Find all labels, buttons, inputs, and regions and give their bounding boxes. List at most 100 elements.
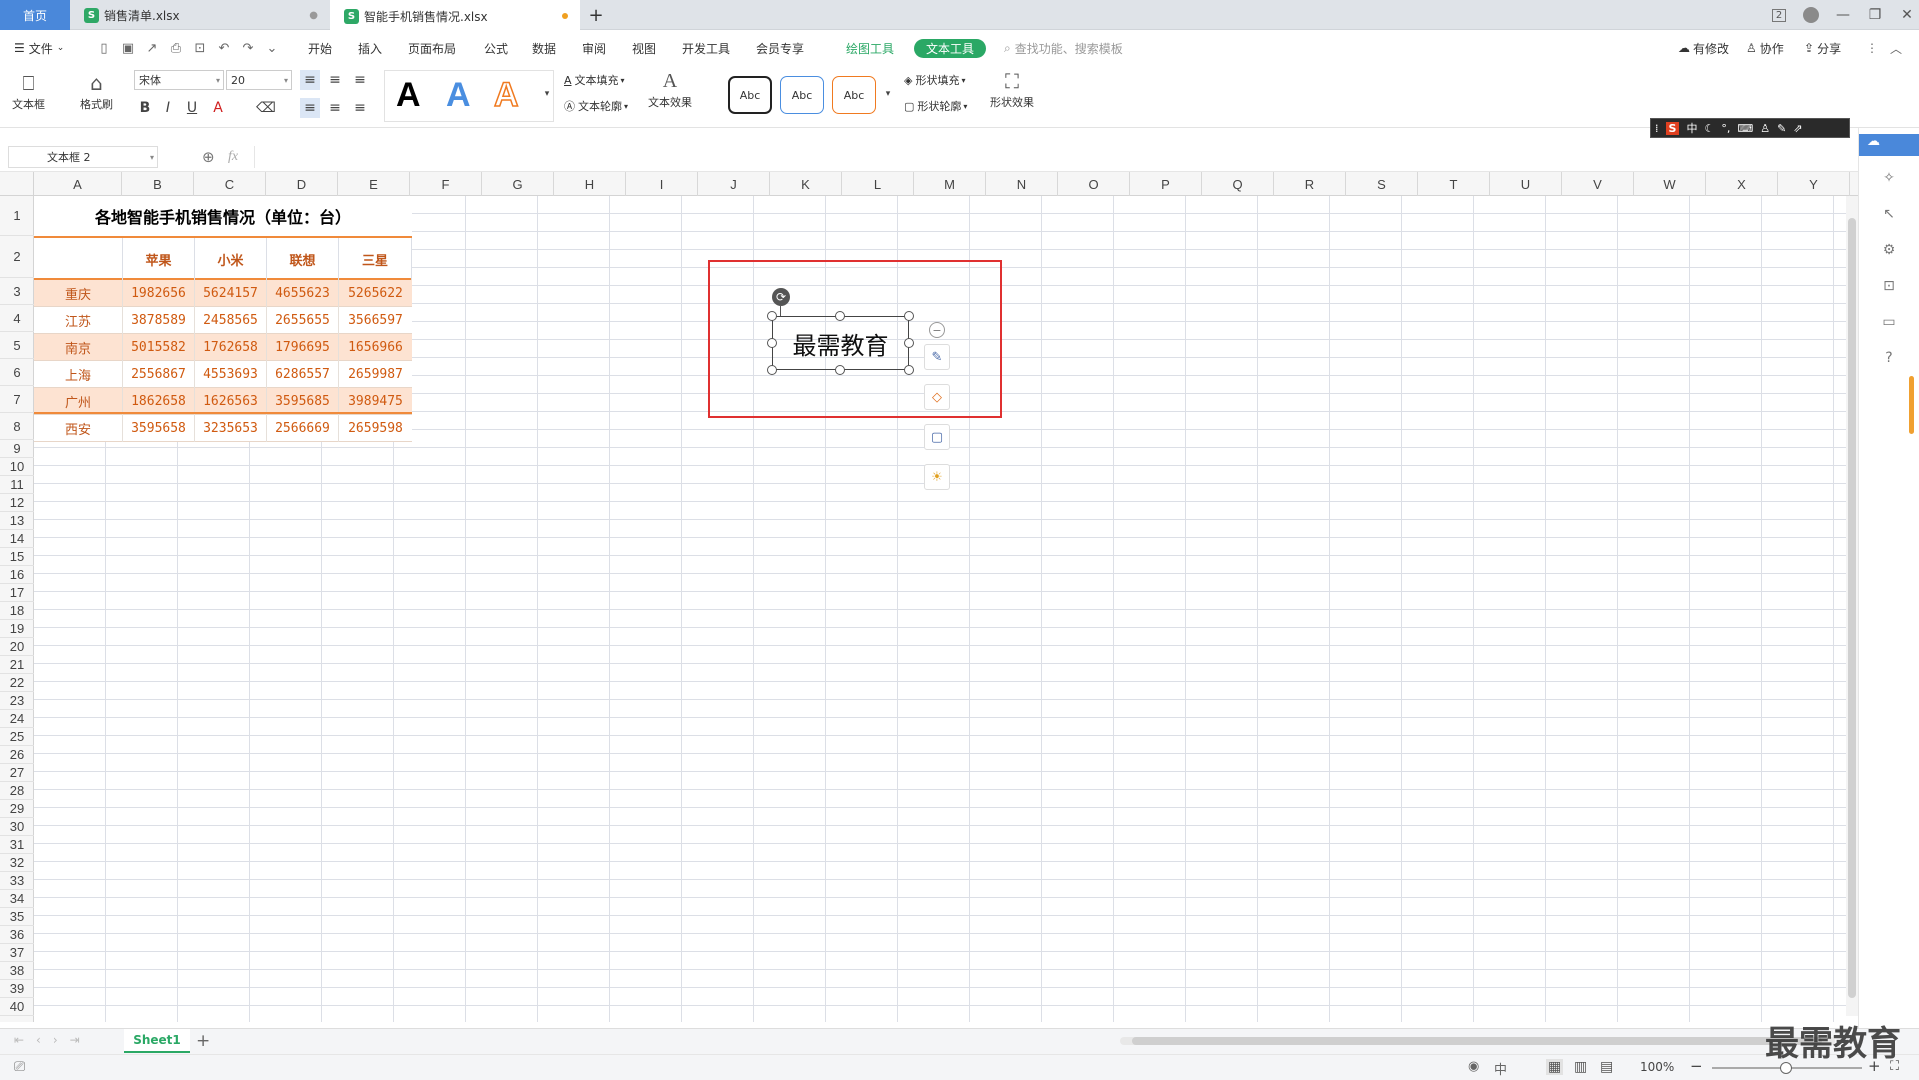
edit-shape-icon[interactable]: ✎	[924, 344, 950, 370]
bold-button[interactable]: B	[135, 98, 155, 118]
input-mode-icon[interactable]: 中	[1494, 1059, 1507, 1078]
value-cell[interactable]: 2556867	[122, 361, 194, 388]
value-cell[interactable]: 4553693	[194, 361, 266, 388]
value-cell[interactable]: 1656966	[338, 334, 412, 361]
text-outline-button[interactable]: Ⓐ 文本轮廓 ▾	[564, 98, 628, 114]
resize-handle-nw[interactable]	[767, 311, 777, 321]
row-header-8[interactable]: 8	[0, 413, 34, 440]
row-header-13[interactable]: 13	[0, 512, 34, 530]
user-icon[interactable]: ♙	[1760, 122, 1770, 135]
normal-view-icon[interactable]: ▦	[1546, 1059, 1564, 1075]
resize-handle-e[interactable]	[904, 338, 914, 348]
settings-sliders-icon[interactable]: ⚙	[1879, 240, 1899, 260]
value-cell[interactable]: 3566597	[338, 307, 412, 334]
row-header-37[interactable]: 37	[0, 944, 34, 962]
value-cell[interactable]: 2458565	[194, 307, 266, 334]
header-cell[interactable]: 联想	[266, 238, 338, 280]
keyboard-icon[interactable]: ⌨	[1737, 122, 1753, 135]
value-cell[interactable]: 3595685	[266, 388, 338, 415]
row-header-36[interactable]: 36	[0, 926, 34, 944]
city-cell[interactable]: 广州	[34, 388, 122, 415]
magic-icon[interactable]: ✧	[1879, 168, 1899, 188]
more-dropdown-icon[interactable]: ⌄	[264, 40, 280, 56]
minimize-icon[interactable]: —	[1829, 0, 1857, 30]
resize-handle-w[interactable]	[767, 338, 777, 348]
city-cell[interactable]: 重庆	[34, 280, 122, 307]
column-header-n[interactable]: N	[986, 172, 1058, 196]
menu-page-layout[interactable]: 页面布局	[408, 30, 456, 66]
expand-icon[interactable]: ⇗	[1793, 122, 1802, 135]
undo-icon[interactable]: ↶	[216, 40, 232, 56]
avatar[interactable]	[1797, 0, 1825, 30]
shape-gallery-dropdown-icon[interactable]: ▾	[878, 84, 898, 104]
text-style-orange-outline[interactable]: A	[493, 75, 519, 115]
side-panel-scroll-indicator[interactable]	[1909, 376, 1914, 434]
row-header-9[interactable]: 9	[0, 440, 34, 458]
row-header-16[interactable]: 16	[0, 566, 34, 584]
text-style-black[interactable]: A	[396, 76, 421, 115]
menu-developer[interactable]: 开发工具	[682, 30, 730, 66]
textbox-button[interactable]: ⎕ 文本框	[12, 70, 45, 112]
tab-doc-sales-list[interactable]: S 销售清单.xlsx ●	[70, 0, 330, 30]
value-cell[interactable]: 5265622	[338, 280, 412, 307]
row-header-3[interactable]: 3	[0, 278, 34, 305]
row-header-32[interactable]: 32	[0, 854, 34, 872]
horizontal-scrollbar-thumb[interactable]	[1132, 1037, 1822, 1045]
shape-outline-button[interactable]: ▢ 形状轮廓 ▾	[904, 98, 967, 114]
sheet-nav-arrows[interactable]: ⇤‹›⇥	[14, 1033, 92, 1047]
city-cell[interactable]: 南京	[34, 334, 122, 361]
align-top-icon[interactable]: ≡	[300, 70, 320, 90]
punctuation-icon[interactable]: °,	[1721, 122, 1730, 135]
shape-fill-button[interactable]: ◈ 形状填充 ▾	[904, 72, 965, 88]
shape-style-black[interactable]: Abc	[728, 76, 772, 114]
zoom-out-button[interactable]: −	[1690, 1057, 1703, 1075]
row-header-38[interactable]: 38	[0, 962, 34, 980]
sheet-tab-sheet1[interactable]: Sheet1	[124, 1029, 190, 1053]
column-header-q[interactable]: Q	[1202, 172, 1274, 196]
zoom-slider[interactable]	[1712, 1062, 1862, 1074]
column-header-t[interactable]: T	[1418, 172, 1490, 196]
row-header-40[interactable]: 40	[0, 998, 34, 1016]
menu-data[interactable]: 数据	[532, 30, 556, 66]
save-icon[interactable]: ▣	[120, 40, 136, 56]
search-box[interactable]: ⌕ 查找功能、搜索模板	[1004, 30, 1123, 66]
row-header-19[interactable]: 19	[0, 620, 34, 638]
column-header-c[interactable]: C	[194, 172, 266, 196]
font-name-select[interactable]: 宋体 ▾	[134, 70, 224, 90]
value-cell[interactable]: 2655655	[266, 307, 338, 334]
city-cell[interactable]: 上海	[34, 361, 122, 388]
column-header-i[interactable]: I	[626, 172, 698, 196]
column-header-x[interactable]: X	[1706, 172, 1778, 196]
row-header-4[interactable]: 4	[0, 305, 34, 332]
redo-icon[interactable]: ↷	[240, 40, 256, 56]
menu-formulas[interactable]: 公式	[484, 30, 508, 66]
horizontal-scrollbar[interactable]	[1120, 1037, 1835, 1045]
ime-toolbar[interactable]: ⁞ S 中 ☾ °, ⌨ ♙ ✎ ⇗	[1650, 118, 1850, 138]
macro-record-icon[interactable]: ⎚	[14, 1059, 25, 1075]
value-cell[interactable]: 1626563	[194, 388, 266, 415]
tab-doc-smartphone-sales[interactable]: S 智能手机销售情况.xlsx	[330, 0, 580, 30]
selected-textbox[interactable]: 最需教育	[772, 316, 909, 370]
moon-icon[interactable]: ☾	[1704, 122, 1714, 135]
value-cell[interactable]: 1796695	[266, 334, 338, 361]
eye-protection-icon[interactable]: ◉	[1468, 1059, 1479, 1074]
row-header-15[interactable]: 15	[0, 548, 34, 566]
crop-icon[interactable]: ⊡	[1879, 276, 1899, 296]
row-header-1[interactable]: 1	[0, 196, 34, 236]
header-cell[interactable]: 三星	[338, 238, 412, 280]
name-box[interactable]: 文本框 2 ▾	[8, 146, 158, 168]
text-style-blue[interactable]: A	[446, 76, 471, 115]
changes-button[interactable]: ☁ 有修改	[1678, 30, 1729, 66]
ime-lang-toggle[interactable]: 中	[1686, 120, 1697, 136]
value-cell[interactable]: 3878589	[122, 307, 194, 334]
row-header-31[interactable]: 31	[0, 836, 34, 854]
row-header-6[interactable]: 6	[0, 359, 34, 386]
column-header-l[interactable]: L	[842, 172, 914, 196]
collapse-ribbon-icon[interactable]: ︿	[1890, 30, 1902, 66]
collapse-quick-bar-icon[interactable]: −	[929, 322, 945, 338]
row-header-21[interactable]: 21	[0, 656, 34, 674]
value-cell[interactable]: 6286557	[266, 361, 338, 388]
formula-input[interactable]	[254, 146, 1854, 168]
shape-style-blue[interactable]: Abc	[780, 76, 824, 114]
menu-home[interactable]: 开始	[308, 30, 332, 66]
